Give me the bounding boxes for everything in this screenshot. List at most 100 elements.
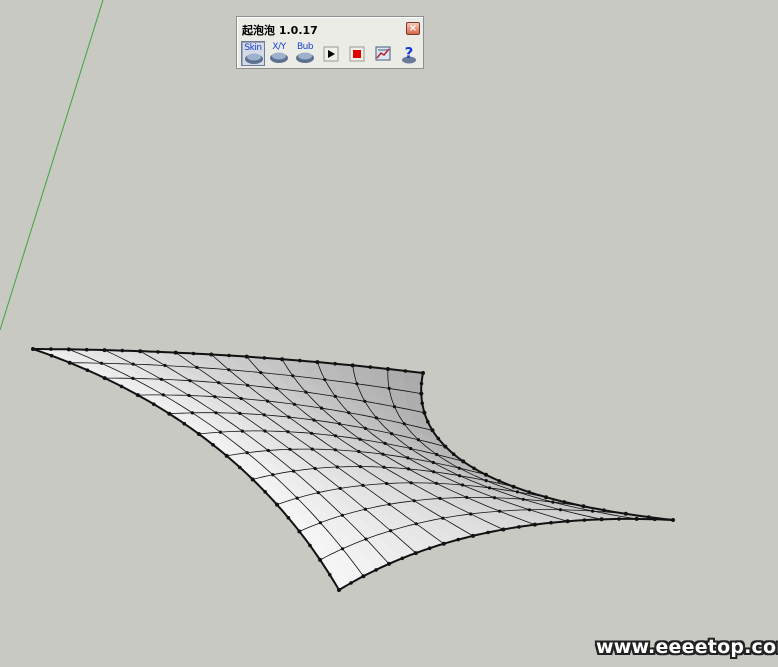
surface-node	[286, 430, 290, 434]
surface-edge-node	[400, 556, 405, 561]
stop-button[interactable]	[345, 41, 369, 66]
surface-node	[623, 511, 628, 516]
surface-node	[250, 477, 255, 482]
surface-node	[527, 508, 532, 512]
surface-edge-node	[374, 568, 378, 572]
surface-node	[382, 465, 386, 469]
surface-node	[458, 474, 462, 478]
surface-node	[438, 496, 442, 500]
surface-node	[355, 382, 359, 386]
surface-node	[159, 377, 163, 381]
surface-node	[416, 438, 420, 442]
help-button[interactable]: ?	[397, 41, 421, 66]
surface-node	[409, 446, 413, 451]
surface-edge-node	[152, 402, 156, 407]
surface-node	[406, 467, 411, 471]
surface-node	[131, 376, 135, 380]
surface-node	[190, 411, 194, 415]
surface-node	[599, 517, 604, 522]
surface-node	[313, 466, 317, 471]
surface-node	[271, 473, 275, 477]
help-icon: ?	[402, 44, 416, 64]
surface-node	[335, 465, 339, 469]
surface-node	[435, 452, 439, 457]
surface-node	[465, 495, 469, 499]
surface-edge-node	[328, 573, 332, 577]
surface-edge-node	[652, 517, 657, 522]
surface-node	[333, 394, 337, 398]
play-button[interactable]	[319, 41, 343, 66]
surface-node	[102, 376, 107, 381]
skin-label: Skin	[244, 43, 262, 53]
surface-node	[484, 472, 488, 477]
surface-node	[167, 411, 172, 416]
surface-edge-node	[85, 368, 90, 373]
surface-node	[224, 453, 229, 458]
surface-node	[287, 415, 291, 419]
surface-edge-node	[120, 348, 125, 353]
close-button[interactable]: ×	[406, 22, 420, 35]
surface-node	[434, 481, 438, 485]
surface-edge-node	[227, 353, 231, 358]
surface-node	[213, 395, 217, 399]
surface-node	[501, 527, 506, 532]
surface-node	[591, 509, 595, 513]
surface-node	[340, 513, 344, 517]
tensile-membrane-surface[interactable]	[31, 347, 675, 592]
surface-edge-node	[617, 517, 621, 521]
surface-node	[244, 354, 249, 359]
surface-node	[363, 507, 367, 511]
xy-label: X/Y	[272, 42, 286, 52]
surface-edge-node	[49, 353, 54, 358]
surface-node	[443, 444, 448, 449]
surface-node	[246, 383, 250, 387]
surface-node	[409, 481, 413, 485]
surface-edge-node	[156, 350, 160, 354]
toolbar-title: 起泡泡 1.0.17	[242, 24, 318, 37]
surface-edge-node	[298, 358, 302, 363]
surface-node	[383, 441, 387, 445]
surface-node	[288, 447, 292, 451]
xy-button[interactable]: X/Y	[267, 41, 291, 66]
surface-node	[292, 402, 296, 406]
surface-node	[432, 470, 436, 474]
surface-node	[471, 533, 475, 538]
surface-edge-node	[419, 381, 424, 386]
surface-edge-node	[420, 401, 425, 406]
surface-edge-node	[403, 369, 408, 373]
surface-edge-node	[436, 436, 441, 441]
bub-button[interactable]: Bub	[293, 41, 317, 66]
surface-edge-node	[486, 530, 490, 535]
surface-node	[266, 448, 270, 453]
surface-node	[217, 381, 221, 385]
surface-node	[227, 368, 231, 372]
surface-node	[385, 481, 389, 486]
surface-node	[337, 422, 342, 426]
plugin-toolbar[interactable]: 起泡泡 1.0.17 × Skin X/Y Bub ?	[236, 16, 424, 69]
surface-node	[521, 497, 525, 501]
surface-node	[340, 547, 345, 551]
surface-node	[460, 483, 465, 487]
surface-node	[492, 496, 497, 500]
viewport-3d-canvas[interactable]	[0, 0, 778, 667]
play-icon	[323, 46, 339, 62]
surface-node	[350, 363, 355, 368]
surface-node	[337, 588, 341, 592]
chart-button[interactable]	[371, 41, 395, 66]
watermark-text: www.eeeetop.com	[596, 636, 778, 658]
surface-node	[347, 411, 351, 415]
surface-node	[316, 491, 320, 495]
surface-node	[387, 561, 391, 566]
surface-node	[245, 451, 249, 455]
surface-node	[402, 422, 406, 426]
surface-node	[361, 483, 365, 487]
skin-button[interactable]: Skin	[241, 41, 265, 66]
surface-node	[312, 418, 316, 422]
toolbar-titlebar[interactable]: 起泡泡 1.0.17 ×	[239, 19, 421, 39]
surface-node	[413, 551, 418, 556]
surface-node	[515, 490, 520, 494]
surface-node	[280, 357, 285, 362]
surface-node	[275, 502, 279, 507]
surface-node	[209, 352, 214, 357]
surface-edge-node	[84, 347, 89, 352]
